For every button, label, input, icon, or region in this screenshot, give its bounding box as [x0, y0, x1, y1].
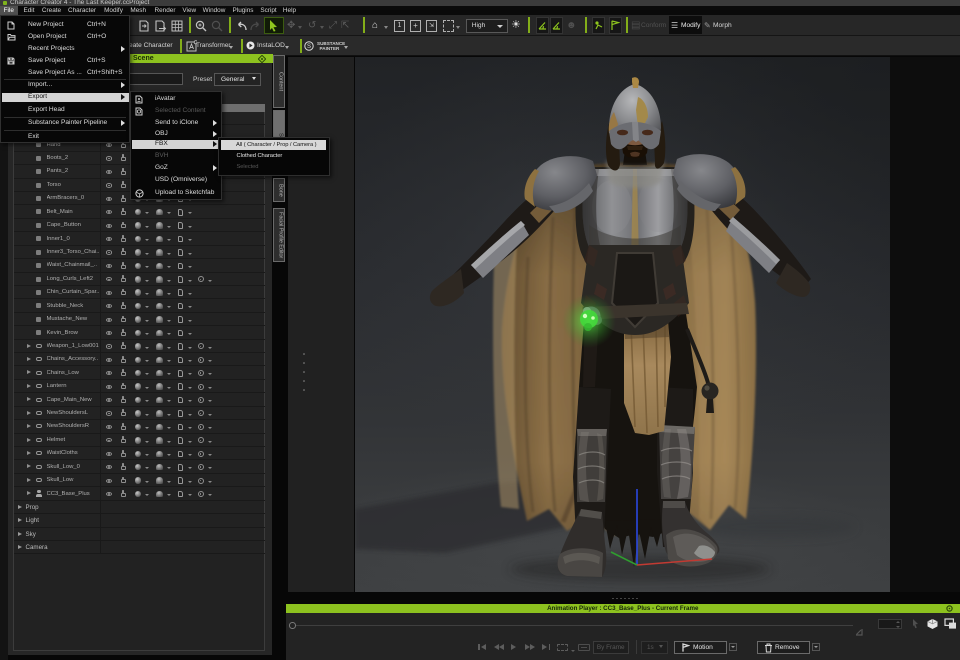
- svg-text:S: S: [307, 44, 311, 50]
